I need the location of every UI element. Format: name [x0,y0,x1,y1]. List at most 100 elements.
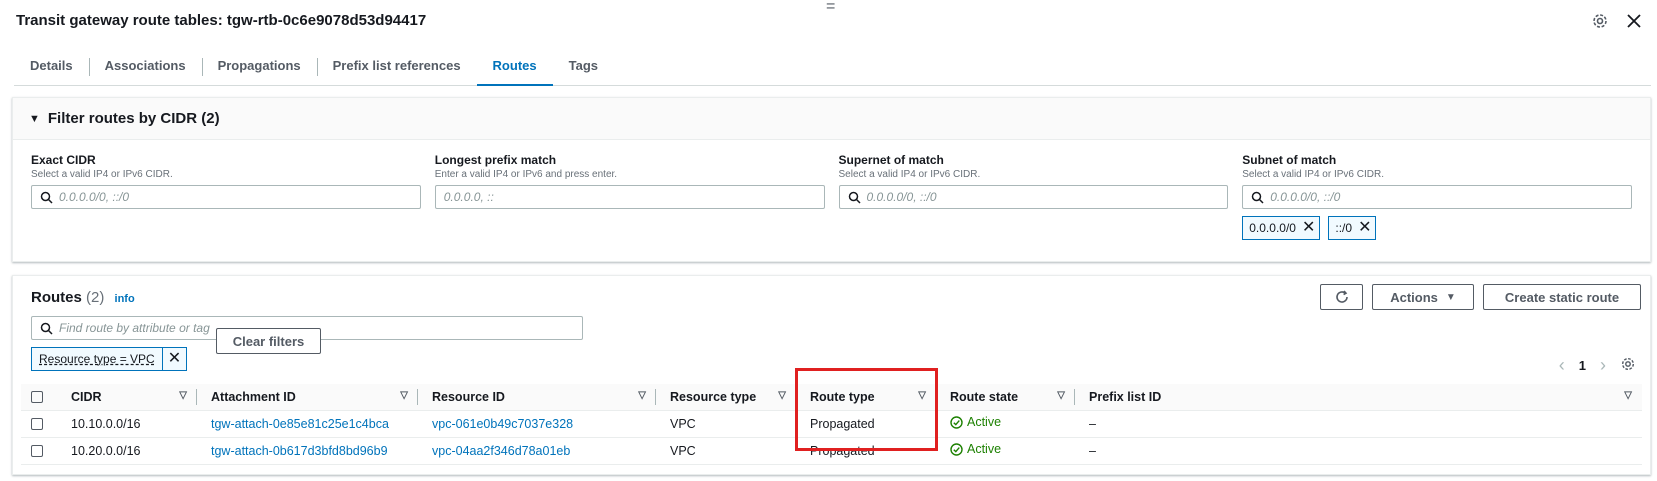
remove-token-icon[interactable]: ✕ [1302,220,1315,236]
tab-propagations[interactable]: Propagations [201,54,317,86]
remove-token-icon[interactable]: ✕ [1358,220,1371,236]
clear-filters-button[interactable]: Clear filters [216,328,321,354]
sort-icon[interactable]: ▽ [1624,390,1632,401]
actions-button[interactable]: Actions ▼ [1372,284,1474,310]
route-state-cell: Active [936,410,1075,438]
sort-icon[interactable]: ▽ [400,390,408,401]
placeholder: 0.0.0.0, :: [443,190,494,204]
field-label: Supernet of match [838,153,944,167]
row-checkbox[interactable] [31,418,43,431]
sort-icon[interactable]: ▽ [918,390,926,401]
field-label: Subnet of match [1242,153,1337,167]
route-type-cell: Propagated [796,437,936,465]
status-success-icon [950,416,963,429]
caret-down-icon[interactable]: ▼ [29,113,40,125]
field-description: Select a valid IP4 or IPv6 CIDR. [31,169,173,180]
col-resource-id[interactable]: Resource ID ▽ [418,384,656,411]
field-description: Enter a valid IP4 or IPv6 and press ente… [434,169,618,180]
sort-icon[interactable]: ▽ [179,390,187,401]
search-icon [1252,191,1264,204]
resource-type-cell: VPC [656,437,796,465]
field-description: Select a valid IP4 or IPv6 CIDR. [1242,169,1384,180]
next-page-icon[interactable]: › [1600,355,1606,376]
cidr-token: 0.0.0.0/0 ✕ [1242,216,1321,240]
cidr-token: ::/0 ✕ [1328,216,1377,240]
subnet-input[interactable]: 0.0.0.0/0, ::/0 [1242,185,1632,209]
sort-icon[interactable]: ▽ [638,390,646,401]
tab-details[interactable]: Details [14,54,89,86]
resource-link[interactable]: vpc-061e0b49c7037e328 [418,410,656,438]
remove-token-icon[interactable]: ✕ [163,348,186,370]
longest-prefix-filter: Longest prefix match Enter a valid IP4 o… [434,153,825,240]
attachment-link[interactable]: tgw-attach-0b617d3bfd8bd96b9 [197,437,418,465]
column-label: Route state [950,389,1019,404]
actions-label: Actions [1390,289,1438,305]
token-label[interactable]: Resource type = VPC [32,348,163,370]
settings-icon[interactable] [1591,12,1609,30]
column-label: Resource type [670,389,757,404]
filter-header[interactable]: ▼ Filter routes by CIDR (2) [13,98,1650,140]
exact-cidr-input[interactable]: 0.0.0.0/0, ::/0 [31,185,421,209]
status-success-icon [950,443,963,456]
close-icon[interactable] [1625,12,1643,30]
resize-handle[interactable]: = [826,0,835,15]
routes-table: CIDR ▽ Attachment ID ▽ Resource ID ▽ Resour… [21,384,1642,465]
table-row[interactable]: 10.10.0.0/16 tgw-attach-0e85e81c25e1c4bc… [21,410,1642,438]
filter-panel: ▼ Filter routes by CIDR (2) Exact CIDR S… [12,97,1651,262]
placeholder: 0.0.0.0/0, ::/0 [1270,190,1341,204]
supernet-filter: Supernet of match Select a valid IP4 or … [838,153,1229,240]
preferences-icon[interactable] [1620,356,1636,375]
page-number[interactable]: 1 [1579,358,1586,373]
prefix-list-cell: – [1075,410,1642,438]
resource-type-filter-token: Resource type = VPC ✕ [31,347,188,371]
sort-icon[interactable]: ▽ [1057,390,1065,401]
placeholder: Find route by attribute or tag [59,321,210,335]
col-cidr[interactable]: CIDR ▽ [57,384,197,411]
routes-header: Routes (2) info [31,289,135,306]
token-label: 0.0.0.0/0 [1249,221,1296,235]
col-resource-type[interactable]: Resource type ▽ [656,384,796,411]
caret-down-icon: ▼ [1445,291,1456,303]
routes-count: (2) [86,289,105,306]
search-icon [40,322,53,335]
prefix-list-cell: – [1075,437,1642,465]
info-link[interactable]: info [115,293,135,305]
col-route-type[interactable]: Route type ▽ [796,384,936,411]
exact-cidr-filter: Exact CIDR Select a valid IP4 or IPv6 CI… [31,153,421,240]
sort-icon[interactable]: ▽ [778,390,786,401]
prev-page-icon[interactable]: ‹ [1559,355,1565,376]
cidr-cell: 10.10.0.0/16 [57,410,197,438]
route-type-cell: Propagated [796,410,936,438]
field-label: Longest prefix match [434,153,557,167]
attachment-link[interactable]: tgw-attach-0e85e81c25e1c4bca [197,410,418,438]
placeholder: 0.0.0.0/0, ::/0 [59,190,130,204]
select-all-checkbox[interactable] [31,391,43,404]
table-row[interactable]: 10.20.0.0/16 tgw-attach-0b617d3bfd8bd96b… [21,437,1642,465]
longest-prefix-input[interactable]: 0.0.0.0, :: [434,185,825,209]
route-state-cell: Active [936,437,1075,465]
create-static-route-button[interactable]: Create static route [1483,284,1641,310]
routes-title: Routes [31,289,82,306]
col-route-state[interactable]: Route state ▽ [936,384,1075,411]
col-attachment-id[interactable]: Attachment ID ▽ [197,384,418,411]
field-label: Exact CIDR [31,153,96,167]
column-label: Attachment ID [211,389,296,404]
filter-title: Filter routes by CIDR (2) [47,110,220,127]
resource-link[interactable]: vpc-04aa2f346d78a01eb [418,437,656,465]
row-select [21,437,57,465]
subnet-filter: Subnet of match Select a valid IP4 or IP… [1242,153,1632,240]
refresh-icon [1335,290,1348,303]
row-select [21,410,57,438]
column-label: Prefix list ID [1089,389,1162,404]
tab-associations[interactable]: Associations [88,54,202,86]
col-prefix-list-id[interactable]: Prefix list ID ▽ [1075,384,1642,411]
supernet-input[interactable]: 0.0.0.0/0, ::/0 [838,185,1229,209]
tab-routes[interactable]: Routes [476,54,553,86]
row-checkbox[interactable] [31,445,43,458]
resource-type-cell: VPC [656,410,796,438]
tab-tags[interactable]: Tags [553,54,614,86]
pagination: ‹ 1 › [1559,355,1636,376]
tab-prefix-list-references[interactable]: Prefix list references [316,54,477,86]
tab-bar: Details Associations Propagations Prefix… [14,54,1651,86]
refresh-button[interactable] [1320,284,1363,310]
